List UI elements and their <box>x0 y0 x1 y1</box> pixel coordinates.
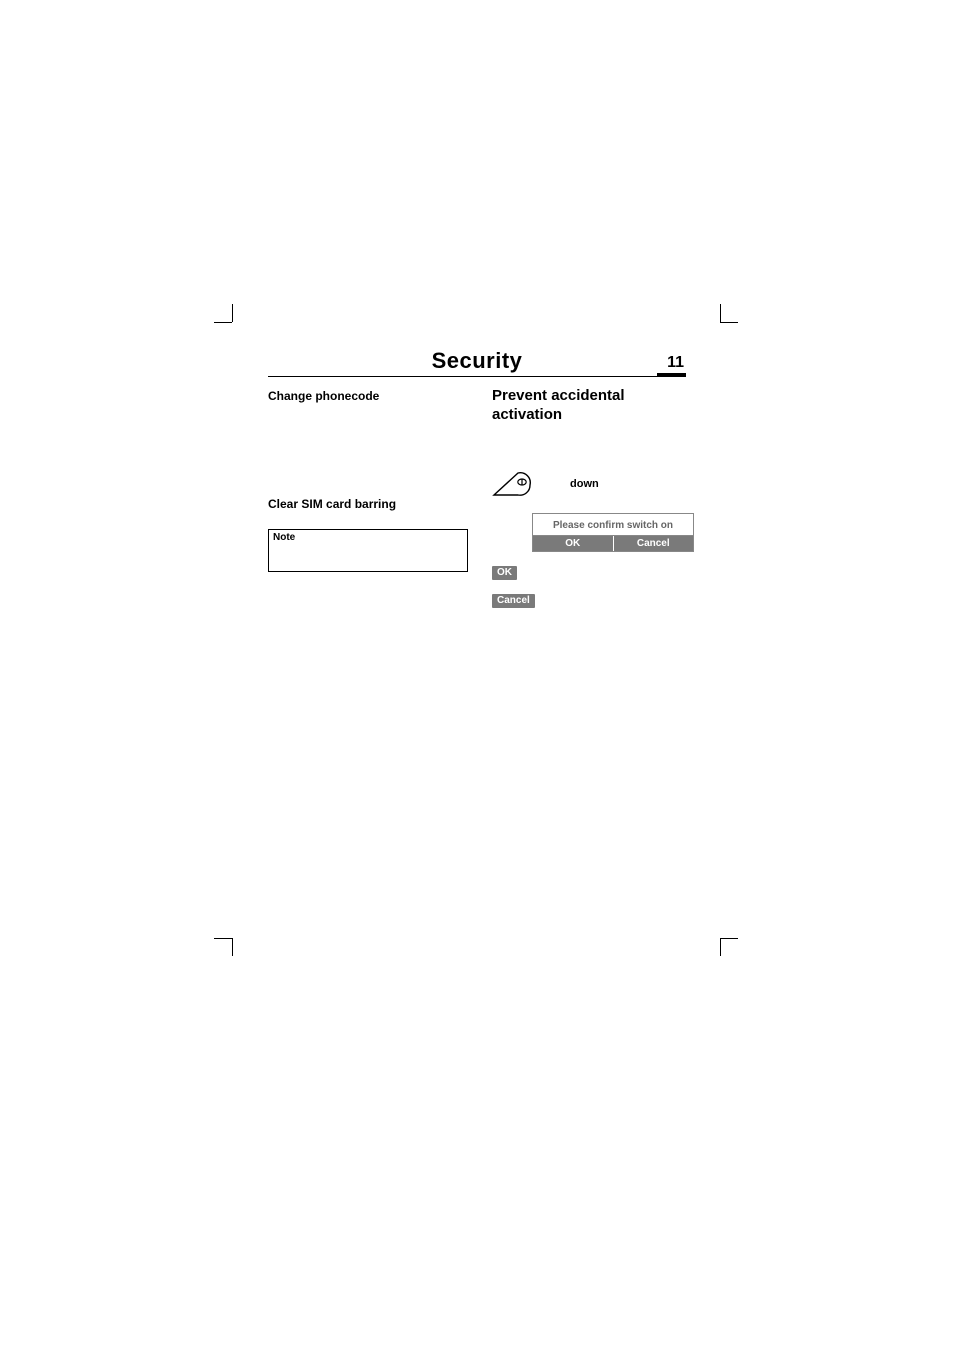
confirm-dialog-message: Please confirm switch on <box>533 514 693 535</box>
left-column: Change phonecode Clear SIM card barring … <box>268 387 468 608</box>
dialog-ok-button[interactable]: OK <box>533 536 613 551</box>
manual-page: Security 11 Change phonecode Clear SIM c… <box>268 348 686 608</box>
confirm-dialog: Please confirm switch on OK Cancel <box>532 513 694 552</box>
softkey-cancel[interactable]: Cancel <box>492 594 535 608</box>
page-title: Security <box>432 348 523 374</box>
on-off-key-icon <box>492 471 532 497</box>
softkey-ok[interactable]: OK <box>492 566 517 580</box>
hold-down-label: down <box>570 478 599 490</box>
right-column: Prevent accidental activation down Pleas… <box>492 387 694 608</box>
note-box: Note <box>268 529 468 572</box>
heading-change-phonecode: Change phonecode <box>268 389 468 403</box>
page-header: Security 11 <box>268 348 686 377</box>
heading-clear-sim-barring: Clear SIM card barring <box>268 497 468 511</box>
dialog-cancel-button[interactable]: Cancel <box>613 536 694 551</box>
page-number: 11 <box>657 354 686 377</box>
heading-prevent-accidental: Prevent accidental activation <box>492 387 694 425</box>
note-label: Note <box>273 532 295 543</box>
